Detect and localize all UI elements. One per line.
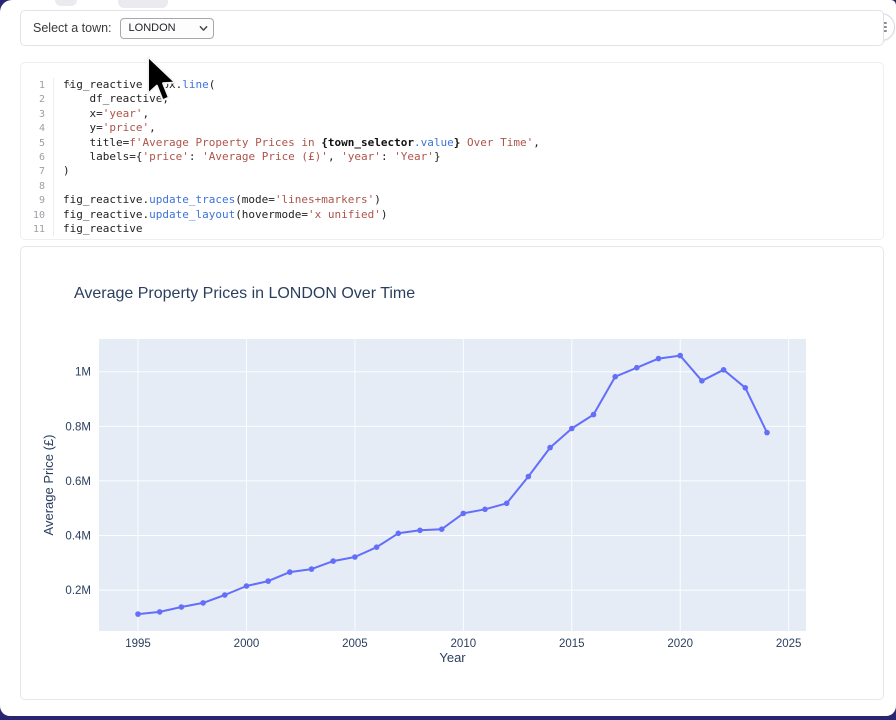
- line-number: 8: [21, 180, 45, 194]
- line-number: 11: [21, 223, 45, 237]
- chart-title: Average Property Prices in LONDON Over T…: [74, 285, 415, 302]
- code-cell[interactable]: 1⌄fig_reactive = px.line(2 df_reactive,3…: [20, 62, 884, 240]
- code-line[interactable]: 1⌄fig_reactive = px.line(: [21, 78, 883, 92]
- code-line[interactable]: 6 labels={'price': 'Average Price (£)', …: [21, 150, 883, 164]
- line-number: 6: [21, 151, 45, 165]
- town-select-wrap: LONDON: [120, 18, 214, 39]
- data-point: [656, 356, 662, 362]
- line-number: 1: [21, 79, 45, 93]
- line-number: 2: [21, 93, 45, 107]
- data-point: [179, 604, 185, 610]
- data-point: [396, 531, 402, 537]
- svg-text:2025: 2025: [776, 638, 802, 650]
- line-number: 3: [21, 108, 45, 122]
- cell-action-tab: [55, 0, 77, 6]
- widget-cell: Select a town: LONDON: [20, 10, 884, 46]
- y-axis-title: Average Price (£): [41, 435, 56, 536]
- data-point: [569, 426, 575, 432]
- chart-output-cell: 1995 2000 2005 2010 2015 2020 2025 0.2M 0.4M 0.6M…: [20, 246, 884, 700]
- data-point: [157, 609, 163, 615]
- svg-text:1M: 1M: [75, 367, 91, 379]
- data-point: [352, 554, 358, 560]
- plotly-line-chart[interactable]: 1995 2000 2005 2010 2015 2020 2025 0.2M 0.4M 0.6M…: [21, 247, 883, 699]
- data-point: [330, 558, 336, 564]
- data-point: [222, 592, 228, 598]
- data-point: [135, 611, 141, 617]
- svg-text:2020: 2020: [667, 638, 693, 650]
- code-line[interactable]: 2 df_reactive,: [21, 92, 883, 106]
- svg-text:2010: 2010: [451, 638, 477, 650]
- code-line[interactable]: 8: [21, 179, 883, 193]
- data-point: [699, 378, 705, 384]
- data-point: [200, 600, 206, 606]
- data-point: [461, 511, 467, 517]
- svg-text:2000: 2000: [234, 638, 260, 650]
- line-number: 5: [21, 137, 45, 151]
- code-line[interactable]: 4 y='price',: [21, 121, 883, 135]
- data-point: [287, 569, 293, 575]
- code-editor[interactable]: 1⌄fig_reactive = px.line(2 df_reactive,3…: [21, 78, 883, 236]
- code-line[interactable]: 10fig_reactive.update_layout(hovermode='…: [21, 208, 883, 222]
- data-point: [591, 412, 597, 418]
- data-point: [612, 374, 618, 380]
- code-line[interactable]: 9fig_reactive.update_traces(mode='lines+…: [21, 193, 883, 207]
- data-point: [721, 367, 727, 373]
- svg-text:0.2M: 0.2M: [65, 585, 91, 597]
- data-point: [677, 353, 683, 359]
- data-point: [743, 385, 749, 391]
- line-number: 7: [21, 165, 45, 179]
- data-point: [526, 474, 532, 480]
- data-point: [309, 566, 315, 572]
- svg-text:2005: 2005: [342, 638, 368, 650]
- notebook-page: Select a town: LONDON 1⌄fig_reactive = p…: [0, 0, 896, 716]
- code-line[interactable]: 3 x='year',: [21, 107, 883, 121]
- data-point: [417, 528, 423, 534]
- line-number: 10: [21, 209, 45, 223]
- select-town-label: Select a town:: [33, 21, 112, 35]
- data-point: [504, 501, 510, 507]
- line-number: 9: [21, 194, 45, 208]
- code-line[interactable]: 5 title=f'Average Property Prices in {to…: [21, 136, 883, 150]
- svg-text:2015: 2015: [559, 638, 585, 650]
- svg-text:0.8M: 0.8M: [65, 421, 91, 433]
- data-point: [265, 578, 271, 584]
- data-point: [374, 544, 380, 550]
- data-point: [244, 583, 250, 589]
- line-number: 4: [21, 122, 45, 136]
- code-line[interactable]: 11fig_reactive: [21, 222, 883, 236]
- svg-text:0.4M: 0.4M: [65, 530, 91, 542]
- data-point: [634, 365, 640, 371]
- data-point: [764, 430, 770, 436]
- data-point: [547, 445, 553, 451]
- town-select[interactable]: LONDON: [120, 18, 214, 39]
- svg-text:1995: 1995: [125, 638, 151, 650]
- data-point: [439, 526, 445, 532]
- x-axis-title: Year: [439, 650, 466, 665]
- code-line[interactable]: 7): [21, 164, 883, 178]
- svg-text:0.6M: 0.6M: [65, 476, 91, 488]
- data-point: [482, 507, 488, 513]
- cell-action-tab: [118, 0, 168, 8]
- fold-toggle-icon[interactable]: ⌄: [67, 76, 72, 90]
